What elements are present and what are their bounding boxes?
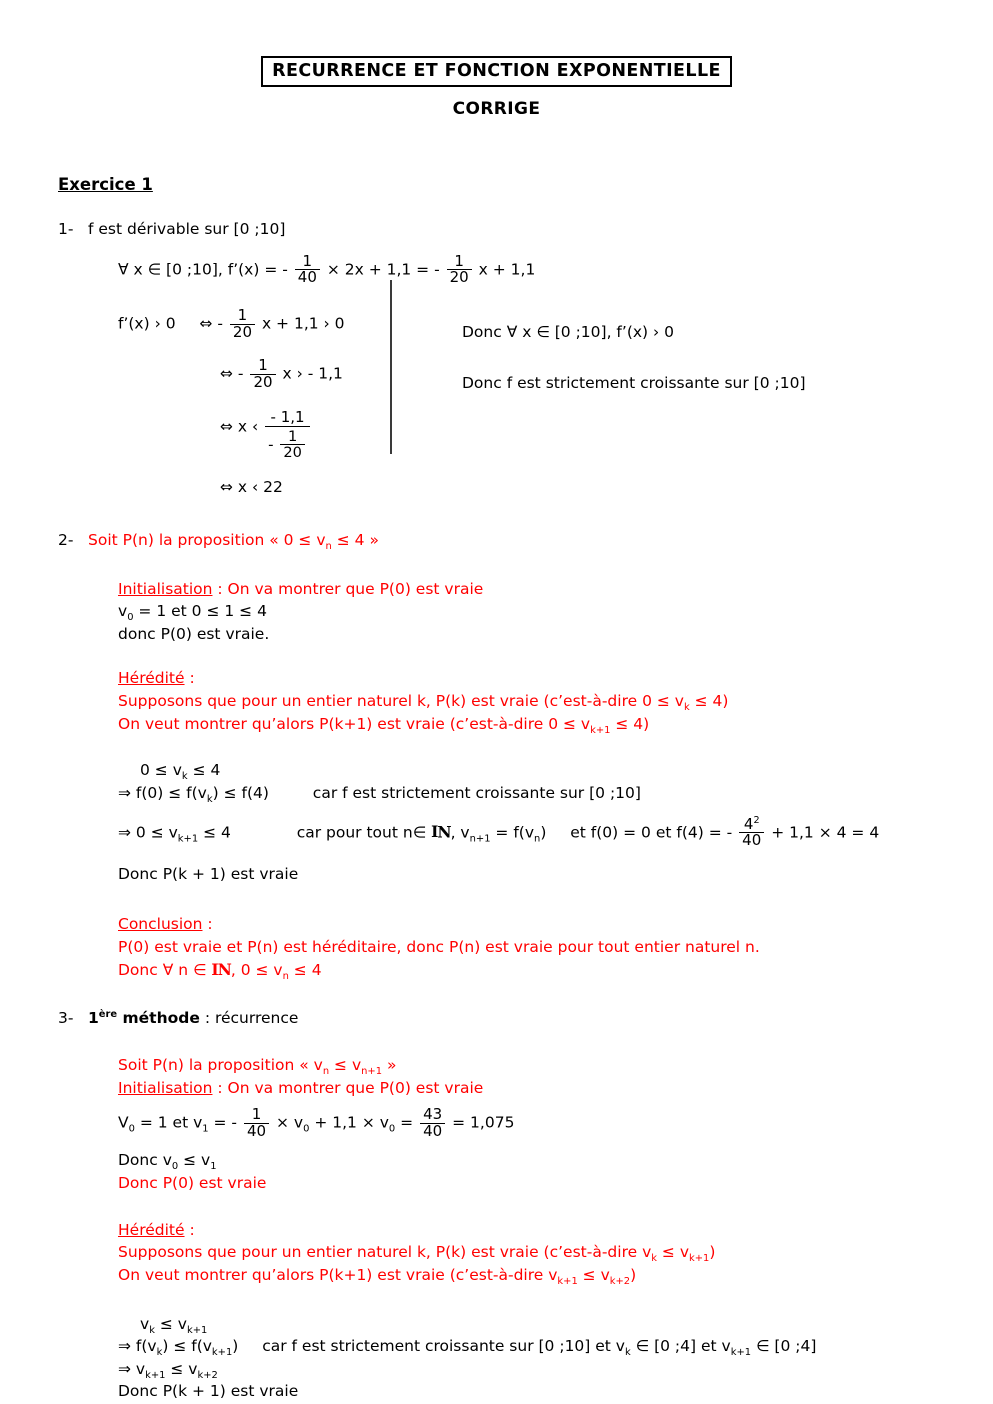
q3-proof-conclusion: Donc P(k + 1) est vraie [118,1382,299,1401]
inequality-1-lhs: f’(x) › 0 [118,314,176,333]
question-3-marker: 3- [58,1009,74,1028]
inequality-line-3: ⇔ x ‹ - 1,1 - 1 20 [220,410,993,460]
heredite-label: Hérédité [118,669,185,688]
document-page: RECURRENCE ET FONCTION EXPONENTIELLE COR… [0,0,993,1404]
q2-heredite-line-2: On veut montrer qu’alors P(k+1) est vrai… [118,714,650,736]
inequality-2-rhs: x › - 1,1 [282,364,343,383]
q2-initialisation-heading: Initialisation : On va montrer que P(0) … [118,578,993,601]
page-subtitle: CORRIGE [452,99,541,119]
question-2: 2- Soit P(n) la proposition « 0 ≤ vn ≤ 4… [58,529,993,553]
inequality-line-4: ⇔ x ‹ 22 [220,478,283,497]
q3-heredite-heading: Hérédité : [118,1220,195,1239]
fraction-1-20-d: 1 20 [280,429,305,460]
q2-heredite-heading: Hérédité : [118,669,195,688]
q3-proof-line-3: ⇒ vk+1 ≤ vk+2 [118,1359,218,1381]
q2-proof-line-3: ⇒ 0 ≤ vk+1 ≤ 4 car pour tout n∈ N, vn+1 … [118,815,993,849]
q2-init-line-1: v0 = 1 et 0 ≤ 1 ≤ 4 [118,602,267,624]
initialisation-text: : On va montrer que P(0) est vraie [212,579,484,598]
q1-conclusion-2: Donc f est strictement croissante sur [0… [462,374,806,392]
fraction-1-20-b: 1 20 [229,307,256,340]
q2-conclusion-line-2: Donc ∀ n ∈ N, 0 ≤ vn ≤ 4 [118,959,993,982]
minus-sign: - [268,435,274,454]
title-container: RECURRENCE ET FONCTION EXPONENTIELLE [0,0,993,87]
q3-donc-p0: Donc P(0) est vraie [118,1174,267,1193]
exercise-heading: Exercice 1 [58,175,153,194]
fraction-1-40-b: 1 40 [243,1107,270,1139]
q3-proposition: Soit P(n) la proposition « vn ≤ vn+1 » [118,1055,397,1078]
q3-heredite-line-2: On veut montrer qu’alors P(k+1) est vrai… [118,1265,637,1288]
question-1: 1- f est dérivable sur [0 ;10] [58,218,993,241]
question-1-marker: 1- [58,220,74,238]
complex-fraction: - 1,1 - 1 20 [265,410,310,460]
fraction-43-40: 43 40 [420,1107,446,1139]
q2-proof-conclusion: Donc P(k + 1) est vraie [118,864,299,883]
heredite-label-2: Hérédité [118,1220,185,1239]
derivative-suffix: x + 1,1 [478,260,536,279]
q1-conclusion-1: Donc ∀ x ∈ [0 ;10], f’(x) › 0 [462,323,674,341]
initialisation-label: Initialisation [118,579,213,598]
q3-heredite-line-1: Supposons que pour un entier naturel k, … [118,1243,716,1265]
method-label: 1ère méthode [88,1009,200,1028]
q2-proof-line-1: 0 ≤ vk ≤ 4 [140,761,221,783]
q3-proof-line-1: vk ≤ vk+1 [140,1314,208,1336]
question-3: 3- 1ère méthode : récurrence [58,1007,993,1030]
derivative-prefix: ∀ x ∈ [0 ;10], f’(x) = - [118,260,288,279]
q2-heredite-line-1: Supposons que pour un entier naturel k, … [118,692,729,714]
initialisation-label-2: Initialisation [118,1078,213,1097]
inequality-2-symbol: ⇔ - [220,364,244,383]
inequality-3-symbol: ⇔ x ‹ [220,417,259,436]
q3-proof-line-2: ⇒ f(vk) ≤ f(vk+1) car f est strictement … [118,1337,817,1359]
natural-numbers-symbol: N [431,822,451,841]
complex-fraction-denominator: - 1 20 [265,426,310,460]
q2-proof-line-2: ⇒ f(0) ≤ f(vk) ≤ f(4) car f est strictem… [118,783,641,806]
derivative-formula: ∀ x ∈ [0 ;10], f’(x) = - 1 40 × 2x + 1,1… [118,253,993,286]
q3-initialisation-heading: Initialisation : On va montrer que P(0) … [118,1078,484,1097]
page-title: RECURRENCE ET FONCTION EXPONENTIELLE [261,56,732,87]
natural-numbers-symbol-2: N [211,960,231,979]
fraction-4sq-40: 42 40 [739,815,765,849]
method-name: : récurrence [199,1009,299,1028]
vertical-separator [390,280,392,454]
q3-donc-v0-v1: Donc v0 ≤ v1 [118,1151,217,1173]
conclusion-label: Conclusion [118,915,203,934]
q2-init-line-2: donc P(0) est vraie. [118,624,270,643]
q2-conclusion-line-1: P(0) est vraie et P(n) est héréditaire, … [118,938,760,957]
derivative-middle: × 2x + 1,1 = - [326,260,440,279]
fraction-1-20: 1 20 [446,253,472,286]
question-1-statement: f est dérivable sur [0 ;10] [88,220,286,238]
question-2-marker: 2- [58,530,74,549]
q2-conclusion-heading: Conclusion : [118,915,213,934]
fraction-1-40: 1 40 [294,253,320,286]
fraction-1-20-c: 1 20 [250,357,276,390]
q3-calculation: V0 = 1 et v1 = - 1 40 × v0 + 1,1 × v0 = … [118,1105,515,1140]
inequality-1-rhs: x + 1,1 › 0 [261,314,345,333]
q2-proposition: Soit P(n) la proposition « 0 ≤ vn ≤ 4 » [88,530,379,553]
inequality-1-symbol: ⇔ - [199,314,223,333]
